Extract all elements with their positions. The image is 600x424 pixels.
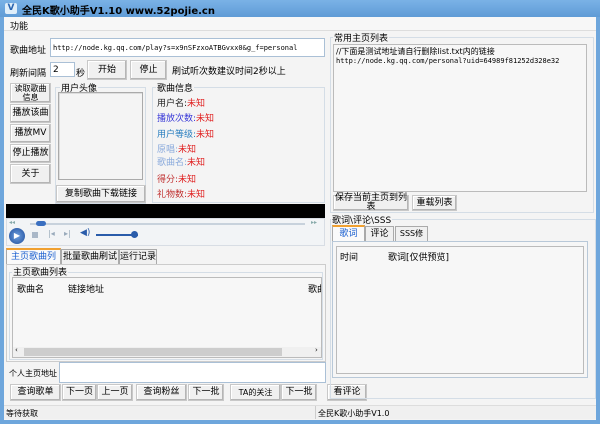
status-left: 等待获取	[6, 409, 38, 418]
stop-button[interactable]: 停止	[130, 60, 167, 80]
query-songlist-button[interactable]: 查询歌单	[10, 384, 61, 401]
song-info-label: 得分:	[157, 175, 179, 185]
song-info-value: 未知	[178, 145, 197, 155]
url-label: 歌曲地址	[10, 46, 47, 56]
song-info-label: 播放次数:	[157, 114, 197, 124]
volume-icon[interactable]: ◀)	[80, 228, 90, 238]
app-icon: V	[5, 3, 17, 14]
status-divider	[315, 406, 316, 419]
song-info-label: 原唱:	[157, 145, 179, 155]
seek-thumb[interactable]	[35, 221, 46, 226]
fans-next-batch-button[interactable]: 下一批	[188, 384, 224, 401]
song-info-label: 礼物数:	[157, 190, 188, 200]
play-song-button[interactable]: 播放该曲	[10, 104, 51, 123]
stop-play-button[interactable]: 停止播放	[10, 144, 51, 163]
song-info-item: 礼物数:未知	[157, 187, 205, 200]
scrollbar-thumb[interactable]	[24, 348, 282, 356]
song-info-label: 歌曲名:	[157, 158, 188, 168]
fav-list-line: http://node.kg.qq.com/personal?uid=64989…	[336, 57, 560, 65]
song-list-view[interactable]	[12, 277, 322, 358]
column-song[interactable]: 歌曲	[308, 282, 321, 295]
column-song-name[interactable]: 歌曲名	[17, 282, 44, 295]
avatar-image	[58, 92, 143, 180]
rewind-icon[interactable]: ◂◂	[9, 219, 15, 226]
next-icon[interactable]: ▸|	[64, 229, 71, 238]
window-title: 全民K歌小助手V1.10 www.52pojie.cn	[22, 6, 215, 17]
song-info-item: 用户等级:未知	[157, 127, 214, 140]
song-info-item: 播放次数:未知	[157, 111, 214, 124]
song-url-input[interactable]: http://node.kg.qq.com/play?s=x9nSFzxoATB…	[50, 38, 325, 57]
song-info-value: 未知	[187, 99, 206, 109]
refresh-hint: 刷试听次数建议时间2秒以上	[172, 67, 286, 77]
song-info-item: 歌曲名:未知	[157, 155, 205, 168]
lyrics-list-view[interactable]	[336, 246, 584, 374]
seconds-unit: 秒	[76, 69, 86, 79]
song-info-item: 得分:未知	[157, 172, 196, 185]
prev-page-button[interactable]: 上一页	[97, 384, 133, 401]
scroll-right-icon[interactable]: ›	[315, 346, 318, 354]
song-info-value: 未知	[187, 158, 206, 168]
status-right: 全民K歌小助手V1.0	[318, 409, 390, 418]
tab-comments[interactable]: 评论	[365, 226, 394, 241]
read-song-info-button[interactable]: 读取歌曲信息	[10, 83, 51, 103]
fav-list-line: //下面是测试地址请自行删除list.txt内的链接	[336, 47, 495, 56]
tab-sss-edit[interactable]: SSS修改	[395, 226, 428, 252]
song-info-label: 用户名:	[157, 99, 188, 109]
song-info-item: 用户名:未知	[157, 96, 205, 109]
play-icon[interactable]: ▶	[9, 228, 25, 244]
fav-list-group-label: 常用主页列表	[333, 31, 390, 44]
seek-bar[interactable]	[30, 223, 305, 225]
tab-run-log[interactable]: 运行记录	[119, 249, 157, 264]
about-button[interactable]: 关于	[10, 164, 51, 184]
tab-batch-listen[interactable]: 批量歌曲刷试听	[61, 249, 119, 276]
interval-input[interactable]: 2	[50, 62, 75, 77]
previous-icon[interactable]: |◂	[48, 229, 55, 238]
column-time[interactable]: 时间	[340, 250, 358, 263]
song-info-value: 未知	[196, 130, 215, 140]
fav-list-textarea[interactable]: //下面是测试地址请自行删除list.txt内的链接 http://node.k…	[333, 44, 587, 192]
reload-list-button[interactable]: 重载列表	[412, 195, 457, 211]
refresh-label: 刷新间隔	[10, 69, 47, 79]
homepage-label: 个人主页地址	[9, 369, 57, 378]
homepage-input[interactable]	[59, 362, 326, 383]
song-info-value: 未知	[196, 114, 215, 124]
query-fans-button[interactable]: 查询粉丝	[136, 384, 187, 401]
song-info-value: 未知	[178, 175, 197, 185]
song-info-item: 原唱:未知	[157, 142, 196, 155]
status-bar	[4, 405, 596, 419]
menu-bar	[4, 17, 596, 31]
following-next-batch-button[interactable]: 下一批	[281, 384, 317, 401]
fast-forward-icon[interactable]: ▸▸	[311, 219, 317, 226]
start-button[interactable]: 开始	[87, 60, 127, 80]
tab-homepage-songs[interactable]: 主页歌曲列表	[6, 248, 61, 276]
menu-function[interactable]: 功能	[10, 19, 28, 32]
play-mv-button[interactable]: 播放MV	[10, 124, 51, 143]
video-area	[6, 204, 325, 218]
copy-download-link-button[interactable]: 复制歌曲下载链接	[56, 185, 146, 203]
volume-thumb[interactable]	[130, 231, 138, 238]
column-link[interactable]: 链接地址	[68, 282, 104, 295]
tab-lyrics[interactable]: 歌词	[332, 225, 365, 241]
song-info-label: 用户等级:	[157, 130, 197, 140]
scroll-left-icon[interactable]: ‹	[15, 346, 18, 354]
song-info-group-label: 歌曲信息	[156, 81, 195, 94]
column-lyrics[interactable]: 歌词[仅供预览]	[388, 250, 449, 263]
save-homepage-button[interactable]: 保存当前主页到列表	[333, 194, 409, 212]
next-page-button[interactable]: 下一页	[62, 384, 97, 401]
song-info-value: 未知	[187, 190, 206, 200]
following-button[interactable]: TA的关注	[230, 384, 281, 401]
stop-icon[interactable]	[32, 232, 38, 238]
